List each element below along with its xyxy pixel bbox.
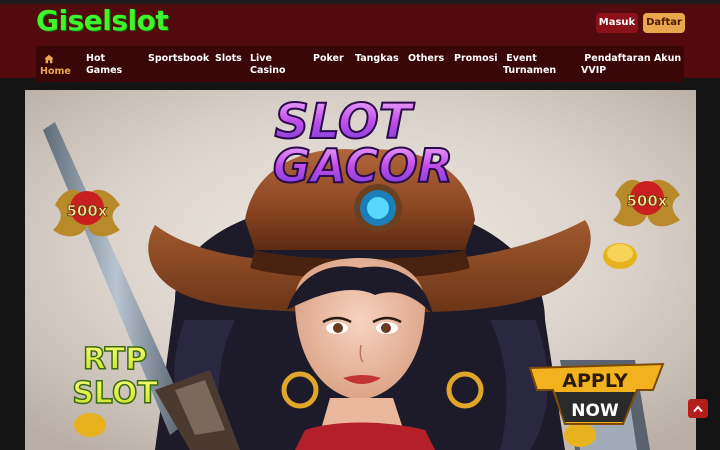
nav-item-others[interactable]: Others xyxy=(408,53,444,65)
badge-left-text: 500x xyxy=(67,202,108,220)
rtp-slot-label: RTP SLOT xyxy=(71,341,159,412)
nav-item-home[interactable]: Home xyxy=(40,66,71,78)
nav-label: Casino xyxy=(250,65,286,76)
nav-item-tangkas[interactable]: Tangkas xyxy=(355,53,399,65)
nav-label: Event xyxy=(503,53,537,64)
title-line-2: GACOR xyxy=(273,139,453,193)
nav-label: Hot xyxy=(86,53,106,64)
nav-item-event-turnamen[interactable]: Event Turnamen xyxy=(503,53,556,77)
nav-item-vvip[interactable]: Pendaftaran Akun VVIP xyxy=(581,53,681,77)
badge-right-text: 500x xyxy=(627,192,668,210)
nav-label: Pendaftaran Akun xyxy=(581,53,682,64)
nav-label: Live xyxy=(250,53,272,64)
scroll-top-button[interactable] xyxy=(688,399,708,418)
cta-line-1: APPLY xyxy=(562,370,628,392)
register-button[interactable]: Daftar xyxy=(643,13,685,33)
cta-line-2: NOW xyxy=(571,401,619,421)
home-icon xyxy=(44,54,54,64)
chevron-up-icon xyxy=(693,404,703,412)
site-header: Giselslot Masuk Daftar Home Hot Games Sp… xyxy=(0,4,720,82)
rtp-line-2: SLOT xyxy=(72,376,158,411)
nav-item-slots[interactable]: Slots xyxy=(215,53,242,65)
rtp-line-1: RTP xyxy=(83,342,147,377)
nav-item-sportsbook[interactable]: Sportsbook xyxy=(148,53,209,65)
main-nav: Home Hot Games Sportsbook Slots Live Cas… xyxy=(36,46,684,82)
promo-banner[interactable]: 500x 500x SLOT GACOR RTP SLOT APPLY NOW xyxy=(25,90,696,450)
site-logo[interactable]: Giselslot xyxy=(36,4,169,37)
nav-item-poker[interactable]: Poker xyxy=(313,53,344,65)
nav-label: VVIP xyxy=(581,65,607,76)
nav-label: Turnamen xyxy=(503,65,557,76)
nav-item-hot-games[interactable]: Hot Games xyxy=(86,53,122,77)
login-button[interactable]: Masuk xyxy=(596,13,638,33)
nav-item-promosi[interactable]: Promosi xyxy=(454,53,498,65)
nav-item-live-casino[interactable]: Live Casino xyxy=(250,53,286,77)
nav-label: Games xyxy=(86,65,123,76)
banner-artwork: 500x 500x SLOT GACOR RTP SLOT APPLY NOW xyxy=(25,90,696,450)
